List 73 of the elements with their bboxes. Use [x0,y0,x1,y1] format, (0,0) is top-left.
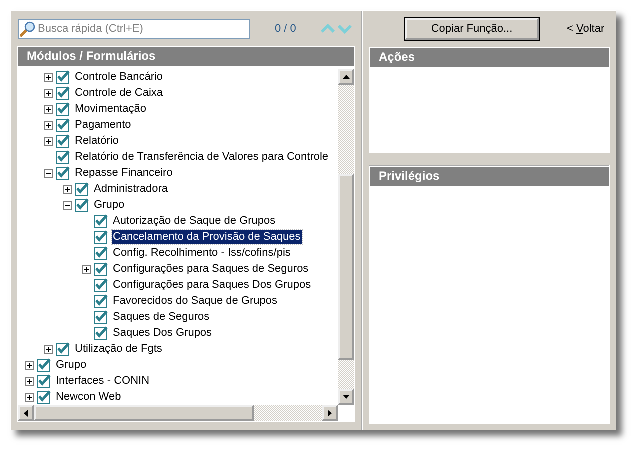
checkbox[interactable] [94,230,108,244]
expand-icon[interactable] [25,376,34,386]
expand-icon[interactable] [44,344,53,354]
tree-item[interactable]: Saques Dos Grupos [112,326,214,340]
checkbox[interactable] [94,246,108,260]
checkbox[interactable] [94,310,108,324]
checkbox[interactable] [94,262,108,276]
checkbox[interactable] [94,326,108,340]
match-count: 0 / 0 [275,22,296,34]
scroll-up-button[interactable] [338,69,354,85]
tree-item[interactable]: Grupo [93,198,126,212]
checkbox[interactable] [56,102,70,116]
right-arrow-icon [328,410,332,416]
tree-item[interactable]: Cancelamento da Provisão de Saques [112,230,302,244]
scroll-thumb[interactable] [34,405,254,421]
back-link[interactable]: < Voltar [567,23,605,35]
checkbox[interactable] [56,134,70,148]
tree-item[interactable]: Interfaces - CONIN [55,374,151,388]
tree-item[interactable]: Pagamento [74,118,132,132]
checkbox[interactable] [75,182,89,196]
tree-item[interactable]: Grupo [55,358,88,372]
collapse-icon[interactable] [44,168,53,178]
checkbox[interactable] [94,278,108,292]
panel-header: Ações [370,48,609,67]
checkbox[interactable] [94,214,108,228]
tree-item[interactable]: Configurações para Saques Dos Grupos [112,278,312,292]
checkbox[interactable] [37,374,51,388]
expand-icon[interactable] [44,104,53,114]
expand-icon[interactable] [25,360,34,370]
tree-item[interactable]: Movimentação [74,102,148,116]
search-field[interactable]: Busca rápida (Ctrl+E) [18,18,250,38]
tree-item[interactable]: Configurações para Saques de Seguros [112,262,310,276]
up-arrow-icon [342,75,350,79]
collapse-icon[interactable] [63,200,72,210]
vertical-scrollbar[interactable] [338,66,354,405]
scroll-down-button[interactable] [338,389,354,405]
expand-icon[interactable] [44,120,53,130]
left-arrow-icon [24,410,28,416]
checkbox[interactable] [56,166,70,180]
tree-item[interactable]: Relatório de Transferência de Valores para Controle [74,150,330,164]
checkbox[interactable] [56,150,70,164]
scroll-right-button[interactable] [322,405,338,421]
checkbox[interactable] [37,390,51,404]
tree-item[interactable]: Newcon Web [55,390,122,404]
checkbox[interactable] [56,118,70,132]
checkbox[interactable] [56,86,70,100]
panel-header: Privilégios [370,167,609,186]
expand-icon[interactable] [25,392,34,402]
tree-item[interactable]: Favorecidos do Saque de Grupos [112,294,278,308]
scroll-left-button[interactable] [18,405,34,421]
tree-item[interactable]: Repasse Financeiro [74,166,174,180]
expand-icon[interactable] [82,264,91,274]
panel-header: Módulos / Formulários [18,47,354,66]
expand-icon[interactable] [63,184,72,194]
tree-item[interactable]: Controle Bancário [74,70,164,84]
checkbox[interactable] [75,198,89,212]
tree-item[interactable]: Autorização de Saque de Grupos [112,214,277,228]
tree-item[interactable]: Utilização de Fgts [74,342,164,356]
expand-icon[interactable] [44,72,53,82]
tree-item[interactable]: Saques de Seguros [112,310,211,324]
scroll-thumb[interactable] [338,174,354,360]
down-arrow-icon [342,395,350,399]
checkbox[interactable] [37,358,51,372]
tree-item[interactable]: Administradora [93,182,169,196]
expand-icon[interactable] [44,88,53,98]
expand-icon[interactable] [44,136,53,146]
checkbox[interactable] [94,294,108,308]
copy-function-button[interactable]: Copiar Função... [405,18,539,40]
tree-item[interactable]: Controle de Caixa [74,86,164,100]
checkbox[interactable] [56,70,70,84]
checkbox[interactable] [56,342,70,356]
tree-item[interactable]: Relatório [74,134,120,148]
tree-item[interactable]: Config. Recolhimento - Iss/cofins/pis [112,246,292,260]
